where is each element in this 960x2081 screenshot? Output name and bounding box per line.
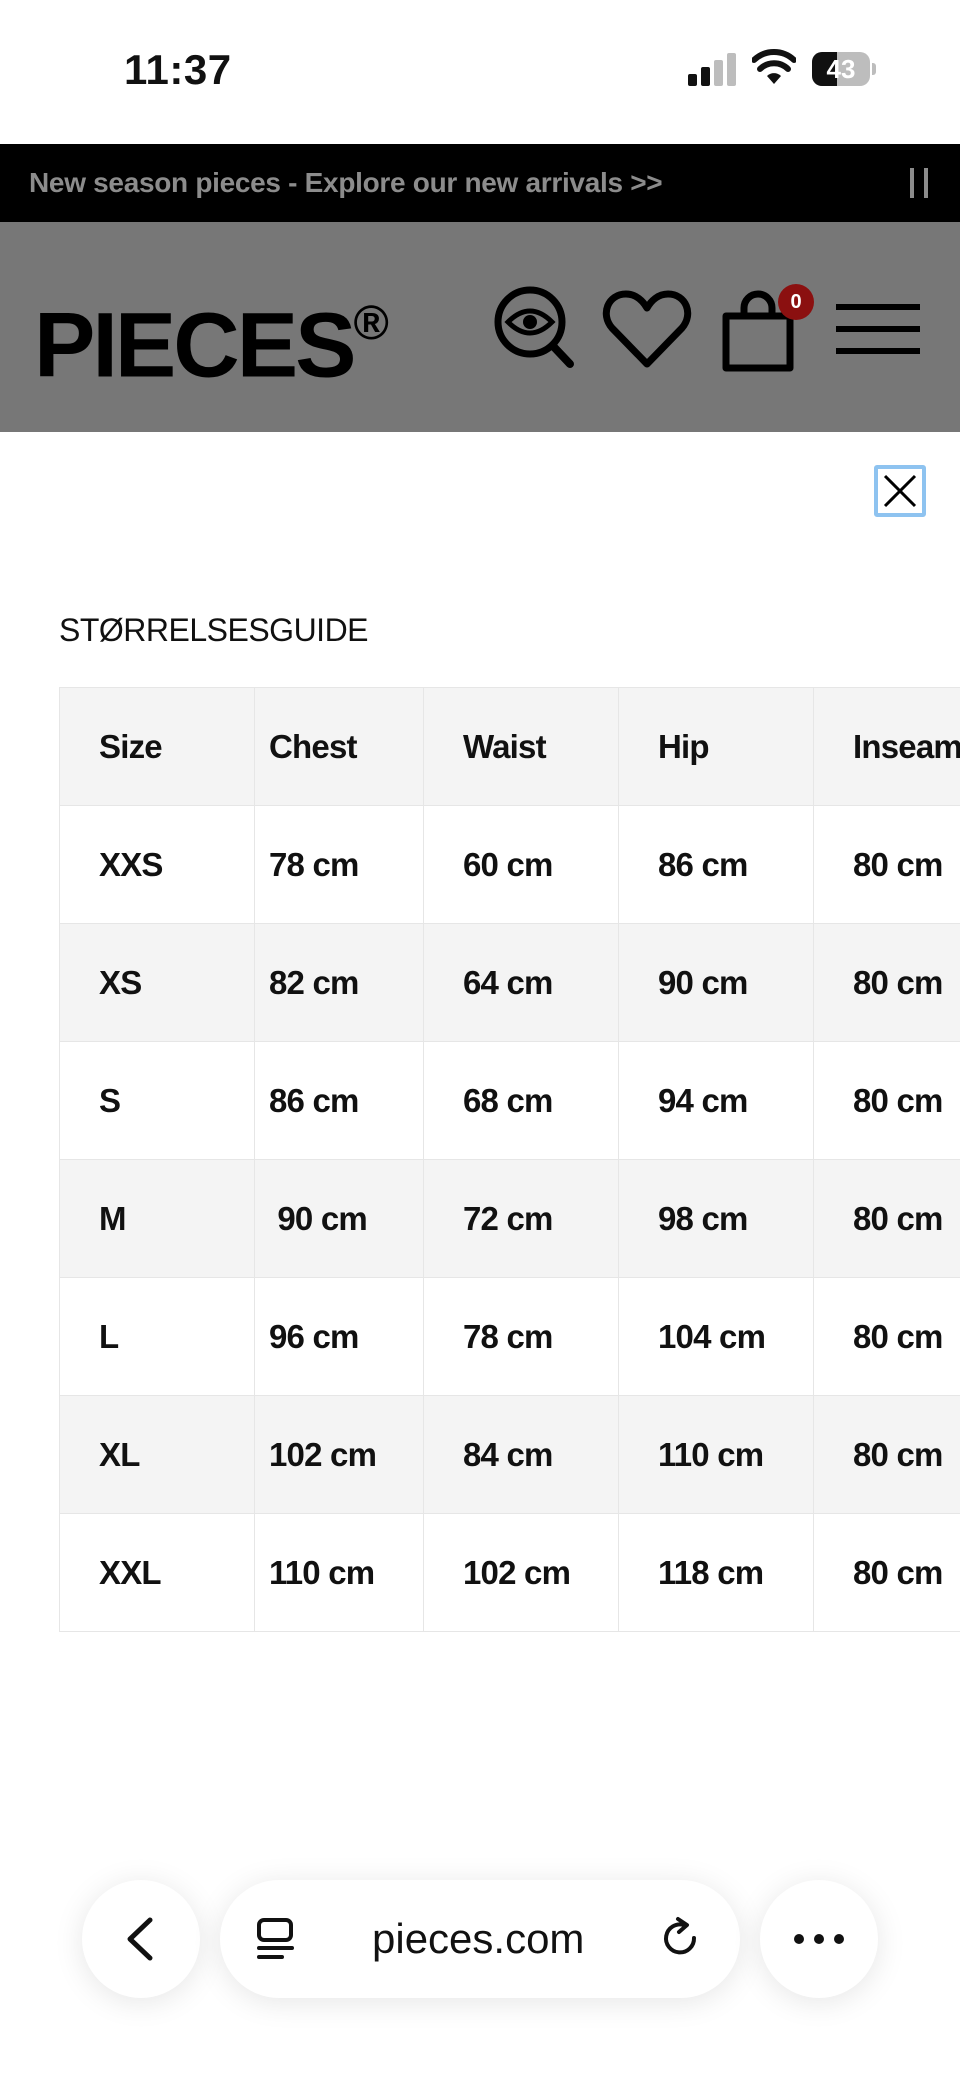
inseam-cell: 80 cm (813, 805, 960, 924)
more-dots-icon (794, 1934, 844, 1944)
chest-cell: 78 cm (254, 805, 424, 924)
hamburger-menu-icon[interactable] (834, 284, 922, 374)
announcement-bar[interactable]: New season pieces - Explore our new arri… (0, 144, 960, 222)
brand-logo[interactable]: PIECES® (34, 280, 389, 396)
announcement-text[interactable]: New season pieces - Explore our new arri… (29, 144, 663, 222)
column-header-chest: Chest (254, 687, 424, 806)
back-button[interactable] (82, 1880, 200, 1998)
size-cell: XXS (59, 805, 255, 924)
size-cell: L (59, 1277, 255, 1396)
table-header-row: Size Chest Waist Hip Inseam (59, 687, 960, 806)
chest-cell: 90 cm (254, 1159, 424, 1278)
size-cell: XXL (59, 1513, 255, 1632)
waist-cell: 60 cm (423, 805, 619, 924)
size-cell: XS (59, 923, 255, 1042)
waist-cell: 64 cm (423, 923, 619, 1042)
table-row: XL 102 cm 84 cm 110 cm 80 cm (59, 1395, 960, 1514)
column-header-inseam: Inseam (813, 687, 960, 806)
browser-toolbar: pieces.com (0, 1850, 960, 2081)
waist-cell: 72 cm (423, 1159, 619, 1278)
inseam-cell: 80 cm (813, 1513, 960, 1632)
hip-cell: 86 cm (618, 805, 814, 924)
chest-cell: 110 cm (254, 1513, 424, 1632)
size-cell: S (59, 1041, 255, 1160)
size-guide-table: Size Chest Waist Hip Inseam XXS 78 cm 60… (59, 687, 960, 1632)
bag-count-badge: 0 (778, 284, 814, 320)
cellular-signal-icon (688, 52, 738, 86)
column-header-hip: Hip (618, 687, 814, 806)
tabs-icon[interactable] (256, 1918, 298, 1960)
hip-cell: 90 cm (618, 923, 814, 1042)
pause-icon[interactable] (908, 168, 930, 198)
table-row: XXL 110 cm 102 cm 118 cm 80 cm (59, 1513, 960, 1632)
hip-cell: 118 cm (618, 1513, 814, 1632)
waist-cell: 102 cm (423, 1513, 619, 1632)
close-icon (883, 474, 917, 508)
more-button[interactable] (760, 1880, 878, 1998)
size-guide-table-container[interactable]: Size Chest Waist Hip Inseam XXS 78 cm 60… (59, 687, 960, 1639)
waist-cell: 84 cm (423, 1395, 619, 1514)
inseam-cell: 80 cm (813, 1277, 960, 1396)
status-time: 11:37 (124, 46, 232, 93)
inseam-cell: 80 cm (813, 1041, 960, 1160)
chest-cell: 86 cm (254, 1041, 424, 1160)
hip-cell: 98 cm (618, 1159, 814, 1278)
size-guide-title: STØRRELSESGUIDE (59, 612, 369, 648)
table-row: S 86 cm 68 cm 94 cm 80 cm (59, 1041, 960, 1160)
chest-cell: 82 cm (254, 923, 424, 1042)
site-header: PIECES® 0 (0, 222, 960, 432)
url-text[interactable]: pieces.com (372, 1880, 584, 1998)
status-bar: 11:37 43 (0, 0, 960, 144)
table-row: XS 82 cm 64 cm 90 cm 80 cm (59, 923, 960, 1042)
inseam-cell: 80 cm (813, 1159, 960, 1278)
waist-cell: 68 cm (423, 1041, 619, 1160)
wifi-icon (752, 49, 796, 84)
battery-level: 43 (826, 54, 856, 84)
hip-cell: 104 cm (618, 1277, 814, 1396)
reload-icon[interactable] (658, 1916, 704, 1962)
chevron-left-icon (127, 1917, 153, 1961)
column-header-size: Size (59, 687, 255, 806)
heart-icon[interactable] (602, 284, 692, 374)
table-row: XXS 78 cm 60 cm 86 cm 80 cm (59, 805, 960, 924)
address-bar[interactable]: pieces.com (220, 1880, 740, 1998)
hip-cell: 110 cm (618, 1395, 814, 1514)
inseam-cell: 80 cm (813, 923, 960, 1042)
chest-cell: 96 cm (254, 1277, 424, 1396)
table-row: L 96 cm 78 cm 104 cm 80 cm (59, 1277, 960, 1396)
hip-cell: 94 cm (618, 1041, 814, 1160)
close-button[interactable] (874, 465, 926, 517)
battery-icon: 43 (812, 52, 876, 86)
search-eye-icon[interactable] (492, 284, 576, 374)
size-cell: XL (59, 1395, 255, 1514)
inseam-cell: 80 cm (813, 1395, 960, 1514)
table-row: M 90 cm 72 cm 98 cm 80 cm (59, 1159, 960, 1278)
column-header-waist: Waist (423, 687, 619, 806)
waist-cell: 78 cm (423, 1277, 619, 1396)
size-cell: M (59, 1159, 255, 1278)
chest-cell: 102 cm (254, 1395, 424, 1514)
